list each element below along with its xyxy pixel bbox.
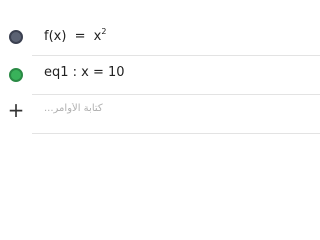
command-input[interactable] bbox=[44, 103, 294, 114]
algebra-input-row[interactable]: + bbox=[0, 95, 320, 135]
visibility-toggle[interactable] bbox=[9, 30, 23, 44]
empty-area bbox=[0, 134, 320, 240]
algebra-row-function[interactable]: f(x) = x2 bbox=[0, 17, 320, 57]
equals-sign: = bbox=[74, 29, 86, 44]
algebra-view: f(x) = x2 eq1 : x = 10 + bbox=[0, 0, 320, 240]
add-icon[interactable]: + bbox=[6, 100, 26, 120]
function-lhs: f(x) bbox=[44, 29, 67, 44]
function-exponent: 2 bbox=[101, 27, 107, 36]
function-expression[interactable]: f(x) = x2 bbox=[44, 27, 106, 44]
visibility-toggle[interactable] bbox=[9, 68, 23, 82]
equation-expression[interactable]: eq1 : x = 10 bbox=[44, 65, 125, 80]
algebra-row-equation[interactable]: eq1 : x = 10 bbox=[0, 55, 320, 95]
